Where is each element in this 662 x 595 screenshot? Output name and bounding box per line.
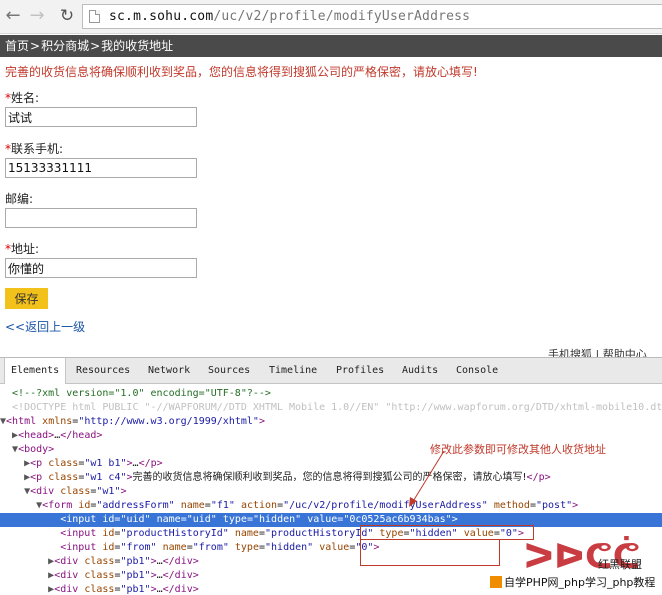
tab-audits[interactable]: Audits [396, 358, 444, 383]
tab-console[interactable]: Console [450, 358, 504, 383]
dom-line-selected[interactable]: <input id="uid" name="uid" type="hidden"… [0, 513, 662, 527]
tab-sources[interactable]: Sources [202, 358, 256, 383]
back-arrow-icon[interactable]: ← [2, 5, 24, 27]
annotation-box-uid [360, 540, 500, 566]
address-label: *地址: [5, 242, 40, 256]
postcode-input[interactable] [5, 208, 197, 228]
dom-line[interactable]: <!--?xml version="1.0" encoding="UTF-8"?… [0, 387, 662, 401]
annotation-note: 修改此参数即可修改其他人收货地址 [430, 443, 606, 456]
back-link[interactable]: <<返回上一级 [5, 318, 85, 335]
annotation-box-action [360, 525, 534, 540]
page-icon [89, 10, 100, 23]
name-label: *姓名: [5, 91, 40, 105]
breadcrumb: 首页>积分商城>我的收货地址 [0, 35, 662, 57]
dom-text: 完善的收货信息将确保顺利收到奖品，您的信息将得到搜狐公司的严格保密，请放心填写! [132, 472, 527, 483]
tab-resources[interactable]: Resources [70, 358, 136, 383]
breadcrumb-home[interactable]: 首页 [5, 39, 29, 53]
privacy-notice: 完善的收货信息将确保顺利收到奖品，您的信息将得到搜狐公司的严格保密，请放心填写! [5, 65, 478, 79]
tab-timeline[interactable]: Timeline [263, 358, 323, 383]
save-button[interactable]: 保存 [5, 288, 48, 309]
postcode-label: 邮编: [5, 192, 34, 206]
dom-line[interactable]: ▶<p class="w1 c4">完善的收货信息将确保顺利收到奖品，您的信息将… [0, 471, 662, 485]
tab-network[interactable]: Network [142, 358, 196, 383]
name-input[interactable] [5, 107, 197, 127]
breadcrumb-current: 我的收货地址 [101, 39, 174, 53]
tab-profiles[interactable]: Profiles [330, 358, 390, 383]
dom-line[interactable]: ▼<div class="w1"> [0, 485, 662, 499]
annotation-arrow-icon [409, 450, 445, 507]
dom-line[interactable]: ▶<p class="w1 b1">…</p> [0, 457, 662, 471]
forward-arrow-icon[interactable]: → [26, 5, 48, 27]
dom-line[interactable]: <!DOCTYPE html PUBLIC "-//WAPFORUM//DTD … [0, 401, 662, 415]
reload-icon[interactable]: ↻ [56, 5, 78, 27]
browser-toolbar: ← → ↻ sc.m.sohu.com/uc/v2/profile/modify… [0, 0, 662, 34]
watermark-brand: 红黑联盟 [598, 558, 642, 571]
url-text: sc.m.sohu.com/uc/v2/profile/modifyUserAd… [109, 9, 471, 24]
dom-line[interactable]: ▼<html xmlns="http://www.w3.org/1999/xht… [0, 415, 662, 429]
dom-line[interactable]: ▼<form id="addressForm" name="f1" action… [0, 499, 662, 513]
devtools-tabbar: Elements Resources Network Sources Timel… [0, 358, 662, 384]
watermark-bar: 自学PHP网_php学习_php教程 [490, 574, 662, 591]
breadcrumb-points-mall[interactable]: 积分商城 [41, 39, 89, 53]
phone-label: *联系手机: [5, 142, 64, 156]
tab-elements[interactable]: Elements [4, 358, 67, 384]
phone-input[interactable] [5, 158, 197, 178]
address-bar[interactable]: sc.m.sohu.com/uc/v2/profile/modifyUserAd… [82, 4, 662, 29]
address-input[interactable] [5, 258, 197, 278]
php-site-icon [490, 576, 502, 588]
